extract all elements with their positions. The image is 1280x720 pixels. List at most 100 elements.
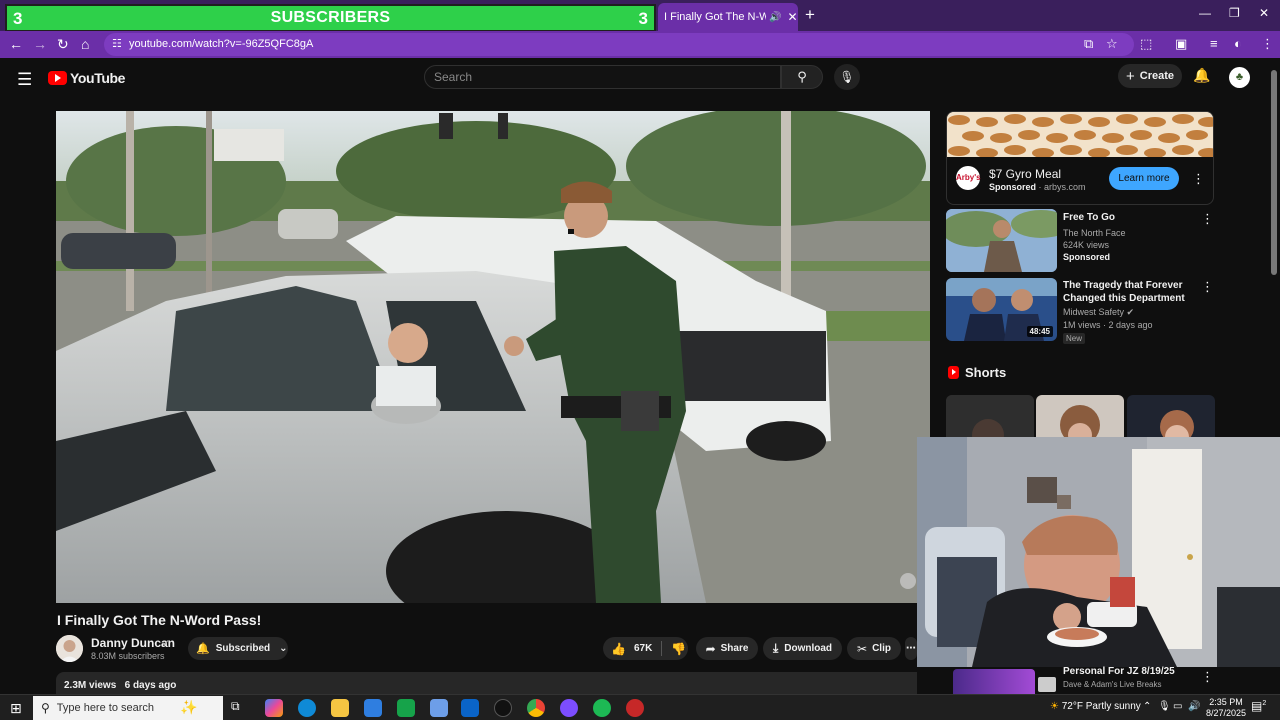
video-player[interactable] [56,111,930,603]
cast-icon[interactable]: ⧉ [1084,36,1093,52]
create-button[interactable]: + Create [1118,64,1182,88]
weather-widget[interactable]: ☀ 72°F Partly sunny [1050,701,1141,712]
short-thumbnail[interactable] [1036,395,1124,439]
extensions-icon[interactable]: ⬚ [1140,36,1152,52]
site-info-icon[interactable]: ☷ [112,37,122,50]
microsoft-store-icon[interactable] [364,699,382,717]
restore-button[interactable]: ❐ [1229,6,1240,20]
search-input[interactable] [425,66,780,88]
task-view-icon[interactable]: ⧉ [231,699,249,717]
speaker-icon[interactable]: 🔊 [769,12,781,23]
browser-menu-icon[interactable]: ⋮ [1261,36,1274,52]
recommendation-title[interactable]: Free To Go [1063,211,1193,224]
recommendation-views: 1M views · 2 days ago [1063,320,1153,330]
windows-start-icon[interactable]: ⊞ [10,700,22,717]
file-explorer-icon[interactable] [331,699,349,717]
subscriber-count-left: 3 [13,9,23,28]
forward-arrow-icon[interactable]: → [33,36,47,52]
short-thumbnail[interactable] [946,395,1034,439]
notification-center-icon[interactable]: ▤2 [1251,699,1266,713]
edge-icon[interactable] [298,699,316,717]
copilot-icon[interactable] [265,699,283,717]
shorts-section-header: Shorts [948,365,1006,380]
webcam-overlay [917,437,1280,667]
live-more-icon[interactable]: ⋮ [1201,669,1214,685]
clock-time: 2:35 PM [1209,697,1243,707]
recommendation-more-icon[interactable]: ⋮ [1201,279,1214,295]
ad-banner-image [947,112,1213,157]
new-tab-button[interactable]: + [805,5,815,25]
window-close-button[interactable]: ✕ [1259,6,1269,20]
more-actions-button[interactable]: ⋯ [905,637,917,660]
youtube-logo-text: YouTube [70,70,126,86]
xbox-icon[interactable] [397,699,415,717]
hamburger-menu-icon[interactable]: ☰ [17,70,32,90]
weather-sun-icon: ☀ [1050,701,1059,712]
discord-icon[interactable] [560,699,578,717]
clip-label: Clip [872,643,891,654]
home-icon[interactable]: ⌂ [81,36,89,52]
reload-icon[interactable]: ↻ [57,36,69,53]
recommendation-channel[interactable]: Midwest Safety ✔ [1063,307,1134,318]
clock[interactable]: 2:35 PM 8/27/2025 [1206,697,1246,719]
learn-more-button[interactable]: Learn more [1109,167,1179,190]
profile-icon[interactable]: ◐ [1234,36,1242,51]
recommendation-thumbnail[interactable]: 48:45 [946,278,1057,341]
youtube-play-icon [48,71,67,85]
address-bar[interactable]: ☷ youtube.com/watch?v=-96Z5QFC8gA [104,33,1134,56]
divider [661,641,663,656]
share-arrow-icon: ➦ [705,641,716,656]
browser-toolbar: ← → ↻ ⌂ ☷ youtube.com/watch?v=-96Z5QFC8g… [0,31,1280,58]
search-button[interactable]: ⚲ [781,65,823,89]
recommendation-title[interactable]: The Tragedy that Forever Changed this De… [1063,279,1195,305]
tab-close-icon[interactable]: ✕ [787,10,797,24]
recommendation-channel[interactable]: The North Face [1063,228,1126,238]
account-avatar[interactable]: ♣ [1229,67,1250,88]
minimize-button[interactable]: — [1199,6,1211,20]
url-text[interactable]: youtube.com/watch?v=-96Z5QFC8gA [129,38,313,50]
reading-list-icon[interactable]: ≡ [1210,36,1218,51]
app-icon[interactable] [430,699,448,717]
short-thumbnail-image [1127,395,1215,439]
microphone-tray-icon[interactable]: 🎙 [1158,701,1171,712]
short-thumbnail[interactable] [1127,395,1215,439]
like-button[interactable]: 👍 67K [611,642,652,656]
chrome-icon[interactable] [527,699,545,717]
outlook-icon[interactable] [461,699,479,717]
network-icon[interactable]: ▭ [1173,701,1182,712]
spotify-icon[interactable] [593,699,611,717]
page-scrollbar[interactable] [1271,70,1277,275]
live-recommendation[interactable]: Personal For JZ 8/19/25 Dave & Adam's Li… [917,666,1280,694]
tiktok-icon[interactable] [494,699,512,717]
advertiser-logo[interactable]: Arby's [956,166,981,190]
ad-more-options-icon[interactable]: ⋮ [1192,171,1205,187]
recommendation-channel-name: Midwest Safety [1063,307,1125,317]
recommendation-more-icon[interactable]: ⋮ [1201,211,1214,227]
search-box[interactable] [424,65,781,89]
back-arrow-icon[interactable]: ← [9,36,23,52]
youtube-logo[interactable]: YouTube [48,70,125,86]
ad-title[interactable]: $7 Gyro Meal [989,167,1061,181]
sparkle-icon[interactable]: ✨ [180,699,198,717]
clip-button[interactable]: ✂ Clip [847,637,901,660]
verified-badge-icon: ✔ [1126,307,1135,317]
split-view-icon[interactable]: ▣ [1175,36,1187,52]
tray-expand-icon[interactable]: ⌃ [1143,701,1151,712]
notifications-bell-icon[interactable]: 🔔 [1193,67,1210,84]
gyro-pattern-image [947,112,1213,157]
share-button[interactable]: ➦ Share [696,637,758,660]
download-button[interactable]: ⤓ Download [763,637,842,660]
subscriber-count: 8.03M subscribers [91,651,165,661]
volume-icon[interactable]: 🔊 [1188,701,1200,712]
webcam-feed [917,437,1280,667]
bookmark-star-icon[interactable]: ☆ [1106,36,1118,52]
voice-search-button[interactable]: 🎙 [834,64,860,90]
subscribed-label: Subscribed [215,643,271,654]
channel-avatar[interactable] [56,635,83,662]
recommendation-thumbnail[interactable] [946,209,1057,272]
video-title: I Finally Got The N-Word Pass! [57,612,262,628]
thumbs-down-icon[interactable]: 👎 [671,642,686,656]
app-icon[interactable] [626,699,644,717]
active-tab[interactable]: I Finally Got The N-Word P 🔊 ✕ [658,3,798,31]
subscribed-button[interactable]: 🔔 Subscribed ⌄ [188,637,288,660]
